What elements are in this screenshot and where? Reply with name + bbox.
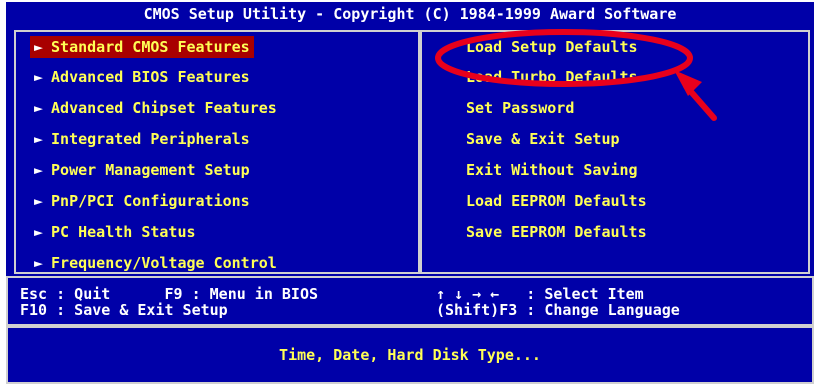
bios-screen: CMOS Setup Utility - Copyright (C) 1984-…: [0, 0, 820, 388]
annotation-ellipse: [435, 29, 693, 87]
annotation-overlay: [435, 29, 717, 121]
annotation-arrow-head: [674, 70, 702, 96]
